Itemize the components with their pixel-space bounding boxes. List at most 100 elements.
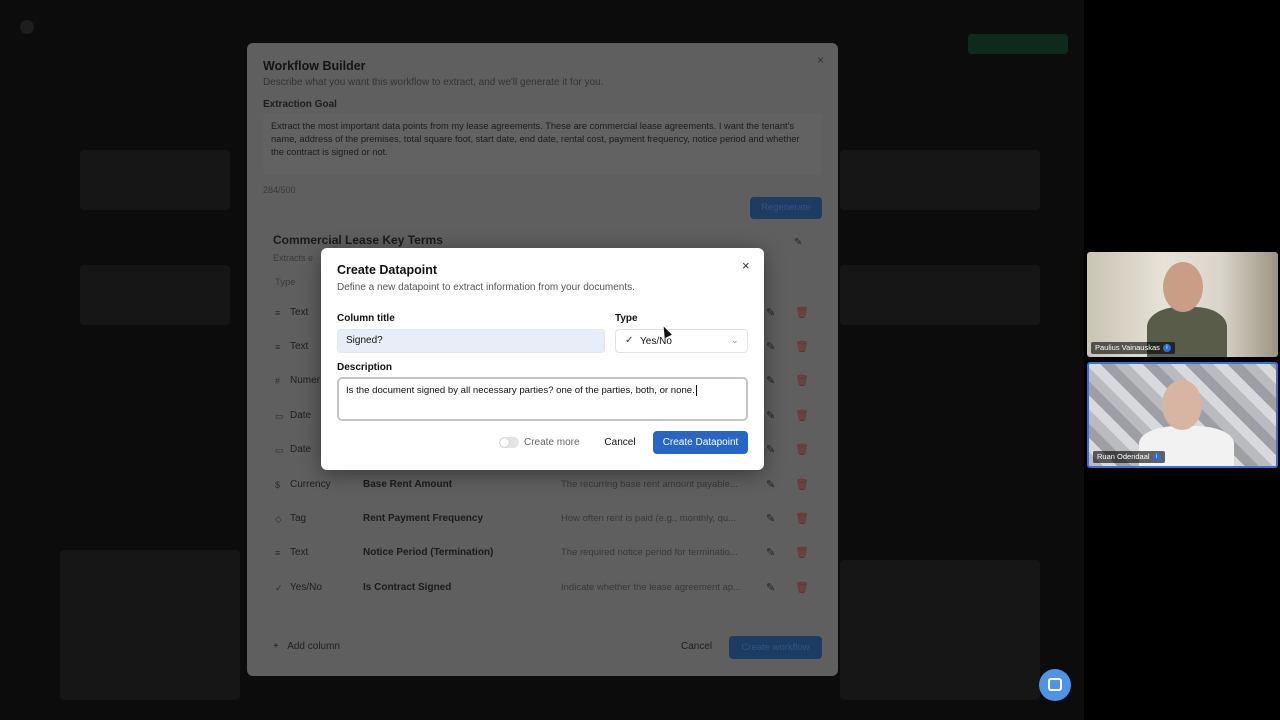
delete-icon[interactable]: 🗑 bbox=[795, 581, 809, 594]
description-text: Is the document signed by all necessary … bbox=[346, 385, 695, 397]
create-more-toggle[interactable] bbox=[499, 437, 519, 448]
type-label: Type bbox=[615, 313, 638, 324]
row-name: Notice Period (Termination) bbox=[363, 547, 494, 558]
participant-name: Ruan Odendaal bbox=[1097, 452, 1150, 461]
type-icon: ✓ bbox=[275, 583, 283, 593]
type-icon: ≡ bbox=[275, 342, 281, 352]
table-row: ≡ Text Notice Period (Termination) The r… bbox=[273, 537, 813, 571]
bg-card bbox=[80, 265, 230, 325]
type-icon: ▭ bbox=[275, 445, 284, 455]
delete-icon[interactable]: 🗑 bbox=[795, 374, 809, 387]
type-icon: # bbox=[275, 376, 281, 386]
row-description: The required notice period for terminati… bbox=[561, 547, 738, 558]
delete-icon[interactable]: 🗑 bbox=[795, 478, 809, 491]
edit-section-icon[interactable]: ✎ bbox=[794, 237, 802, 248]
edit-icon[interactable]: ✎ bbox=[766, 581, 775, 594]
type-icon: ≡ bbox=[275, 308, 281, 318]
edit-icon[interactable]: ✎ bbox=[766, 512, 775, 525]
section-subtitle: Extracts e bbox=[273, 253, 314, 263]
bg-list bbox=[60, 550, 240, 700]
workflow-cancel-button[interactable]: Cancel bbox=[681, 641, 712, 652]
type-icon: $ bbox=[275, 480, 281, 490]
row-type: Text bbox=[290, 547, 309, 558]
description-label: Description bbox=[337, 362, 393, 373]
type-column-header: Type bbox=[275, 277, 296, 288]
edit-icon[interactable]: ✎ bbox=[766, 306, 775, 319]
table-row: $ Currency Base Rent Amount The recurrin… bbox=[273, 469, 813, 503]
bg-card bbox=[840, 150, 1040, 210]
plus-icon: + bbox=[273, 641, 279, 652]
create-workflow-button[interactable]: Create workflow bbox=[729, 636, 822, 659]
edit-icon[interactable]: ✎ bbox=[766, 478, 775, 491]
table-row: ◇ Tag Rent Payment Frequency How often r… bbox=[273, 503, 813, 537]
text-caret bbox=[695, 385, 697, 396]
add-column-button[interactable]: + Add column bbox=[273, 641, 340, 652]
edit-icon[interactable]: ✎ bbox=[766, 374, 775, 387]
delete-icon[interactable]: 🗑 bbox=[795, 409, 809, 422]
participant-name-tag: Ruan Odendaal i bbox=[1093, 451, 1165, 463]
chat-icon[interactable] bbox=[1039, 669, 1071, 701]
close-icon[interactable]: × bbox=[817, 53, 824, 67]
row-type: Numer bbox=[290, 375, 321, 386]
participant-name-tag: Paulius Vainauskas i bbox=[1091, 342, 1175, 354]
participant-video-tile[interactable]: Paulius Vainauskas i bbox=[1087, 252, 1278, 357]
row-description: How often rent is paid (e.g., monthly, q… bbox=[561, 513, 737, 524]
extraction-goal-text: Extract the most important data points f… bbox=[271, 121, 800, 157]
edit-icon[interactable]: ✎ bbox=[766, 546, 775, 559]
edit-icon[interactable]: ✎ bbox=[766, 340, 775, 353]
delete-icon[interactable]: 🗑 bbox=[795, 546, 809, 559]
delete-icon[interactable]: 🗑 bbox=[795, 443, 809, 456]
extraction-goal-label: Extraction Goal bbox=[263, 99, 337, 110]
create-datapoint-button[interactable]: Create Datapoint bbox=[653, 431, 748, 454]
row-type: Currency bbox=[290, 479, 331, 490]
type-icon: ◇ bbox=[275, 514, 282, 524]
row-type: Date bbox=[290, 444, 312, 455]
participant-face bbox=[1163, 262, 1203, 312]
delete-icon[interactable]: 🗑 bbox=[795, 306, 809, 319]
type-icon: ▭ bbox=[275, 411, 284, 421]
table-row: ✓ Yes/No Is Contract Signed Indicate whe… bbox=[273, 572, 813, 606]
row-name: Is Contract Signed bbox=[363, 582, 452, 593]
cancel-button[interactable]: Cancel bbox=[598, 431, 642, 454]
section-title: Commercial Lease Key Terms bbox=[273, 233, 443, 247]
workflow-builder-subtitle: Describe what you want this workflow to … bbox=[263, 77, 604, 88]
info-icon: i bbox=[1152, 453, 1161, 462]
type-select[interactable]: ✓ Yes/No ⌄ bbox=[615, 329, 748, 353]
regenerate-button[interactable]: Regenerate bbox=[750, 197, 822, 219]
toggle-knob bbox=[500, 438, 509, 447]
bg-list bbox=[840, 560, 1040, 700]
participant-face bbox=[1162, 380, 1202, 430]
bg-card bbox=[80, 150, 230, 210]
row-type: Yes/No bbox=[290, 582, 322, 593]
info-icon: i bbox=[1162, 344, 1171, 353]
column-title-input[interactable]: Signed? bbox=[337, 329, 605, 353]
row-type: Text bbox=[290, 341, 309, 352]
row-name: Base Rent Amount bbox=[363, 479, 453, 490]
participant-name: Paulius Vainauskas bbox=[1095, 343, 1160, 352]
check-icon: ✓ bbox=[625, 335, 634, 346]
delete-icon[interactable]: 🗑 bbox=[795, 340, 809, 353]
create-datapoint-modal: Create Datapoint Define a new datapoint … bbox=[321, 248, 764, 470]
add-column-label: Add column bbox=[287, 641, 340, 652]
modal-subtitle: Define a new datapoint to extract inform… bbox=[337, 282, 635, 293]
bg-card bbox=[840, 265, 1040, 325]
participant-video-tile-active[interactable]: Ruan Odendaal i bbox=[1087, 362, 1278, 468]
row-type: Date bbox=[290, 410, 312, 421]
row-type: Tag bbox=[290, 513, 307, 524]
row-description: The recurring base rent amount payable..… bbox=[561, 479, 738, 490]
edit-icon[interactable]: ✎ bbox=[766, 409, 775, 422]
row-description: Indicate whether the lease agreement ap.… bbox=[561, 582, 742, 593]
description-textarea[interactable]: Is the document signed by all necessary … bbox=[337, 377, 748, 421]
edit-icon[interactable]: ✎ bbox=[766, 443, 775, 456]
row-type: Text bbox=[290, 307, 309, 318]
type-icon: ≡ bbox=[275, 548, 281, 558]
create-more-label: Create more bbox=[524, 437, 580, 448]
character-count: 284/500 bbox=[263, 185, 296, 195]
app-logo bbox=[20, 20, 34, 34]
delete-icon[interactable]: 🗑 bbox=[795, 512, 809, 525]
screen-share: Workflow Builder Describe what you want … bbox=[0, 0, 1280, 720]
modal-title: Create Datapoint bbox=[337, 263, 438, 277]
close-icon[interactable]: × bbox=[742, 258, 750, 273]
chevron-down-icon: ⌄ bbox=[731, 335, 739, 345]
column-title-label: Column title bbox=[337, 313, 395, 324]
